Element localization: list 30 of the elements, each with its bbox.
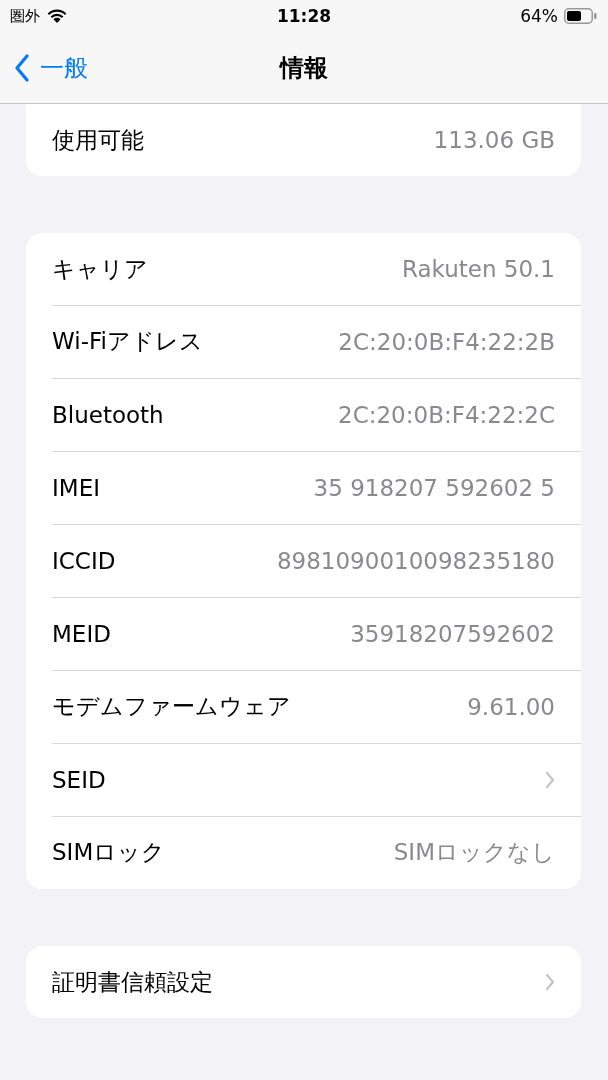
row-value: Rakuten 50.1 bbox=[401, 256, 555, 282]
row-label: モデムファームウェア bbox=[52, 692, 291, 721]
settings-row[interactable]: SEID bbox=[26, 743, 581, 816]
row-value: 2C:20:0B:F4:22:2C bbox=[338, 401, 555, 428]
chevron-icon bbox=[545, 770, 555, 789]
battery-percent: 64% bbox=[520, 6, 558, 26]
row-label: Bluetooth bbox=[52, 401, 164, 428]
carrier-label: 圏外 bbox=[10, 6, 40, 26]
battery-icon bbox=[564, 8, 598, 24]
back-chevron-icon bbox=[14, 53, 30, 82]
row-label: ICCID bbox=[52, 547, 116, 574]
chevron-icon bbox=[545, 973, 555, 991]
row-value: 8981090010098235180 bbox=[276, 547, 555, 574]
settings-row[interactable]: 証明書信頼設定 bbox=[26, 946, 581, 1018]
nav-title: 情報 bbox=[278, 52, 329, 84]
row-label: MEID bbox=[52, 620, 111, 647]
row-value: 113.06 GB bbox=[433, 127, 555, 153]
row-label: 使用可能 bbox=[52, 125, 144, 155]
row-label: Wi-Fiアドレス bbox=[52, 327, 203, 356]
clock-time: 11:28 bbox=[275, 6, 333, 26]
wifi-icon bbox=[46, 8, 68, 24]
row-label: IMEI bbox=[52, 474, 100, 501]
row-value: 9.61.00 bbox=[467, 693, 555, 720]
row-value: 2C:20:0B:F4:22:2B bbox=[338, 328, 555, 355]
row-label: SIMロック bbox=[52, 838, 166, 867]
back-button[interactable]: 一般 bbox=[0, 51, 88, 84]
row-label: キャリア bbox=[52, 254, 148, 284]
row-value: 35918207592602 bbox=[350, 620, 555, 647]
row-value: 35 918207 592602 5 bbox=[313, 474, 555, 501]
row-value: SIMロックなし bbox=[393, 838, 555, 867]
